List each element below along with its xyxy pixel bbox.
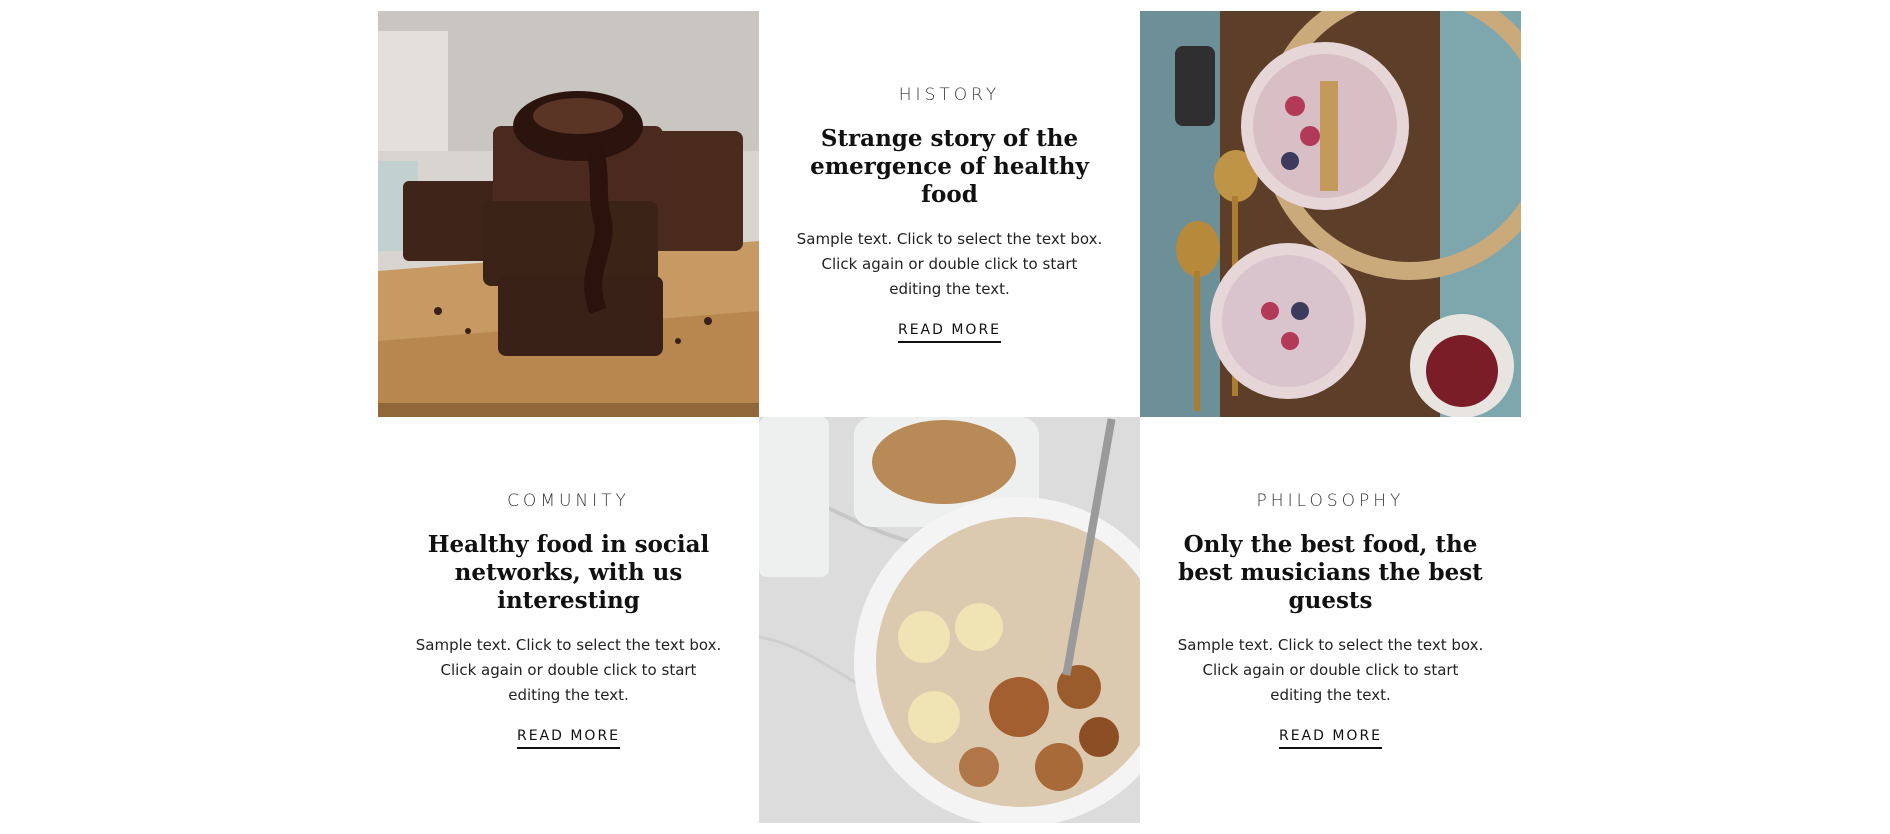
history-read-more-link[interactable]: READ MORE <box>897 322 1002 343</box>
history-body-text: Sample text. Click to select the text bo… <box>796 230 1103 298</box>
history-category: HISTORY <box>898 85 1001 105</box>
philosophy-read-more-link[interactable]: READ MORE <box>1278 728 1383 749</box>
comunity-headline: Healthy food in social networks, with us… <box>427 531 710 614</box>
brownies-photo <box>378 11 759 417</box>
smoothie-bowls-image <box>1140 11 1521 417</box>
history-headline: Strange story of the emergence of health… <box>810 125 1089 208</box>
history-card: HISTORY Strange story of the emergence o… <box>759 11 1140 417</box>
philosophy-headline: Only the best food, the best musicians t… <box>1178 531 1483 614</box>
blog-grid: HISTORY Strange story of the emergence o… <box>378 11 1521 823</box>
philosophy-body-text: Sample text. Click to select the text bo… <box>1177 636 1484 704</box>
philosophy-category: PHILOSOPHY <box>1256 491 1405 511</box>
smoothie-bowls-photo <box>1140 11 1521 417</box>
comunity-category: COMUNITY <box>507 491 630 511</box>
oatmeal-bowl-image <box>759 417 1140 823</box>
comunity-read-more-link[interactable]: READ MORE <box>516 728 621 749</box>
oatmeal-bowl-photo <box>759 417 1140 823</box>
comunity-card: COMUNITY Healthy food in social networks… <box>378 417 759 823</box>
philosophy-card: PHILOSOPHY Only the best food, the best … <box>1140 417 1521 823</box>
brownies-image <box>378 11 759 417</box>
comunity-body-text: Sample text. Click to select the text bo… <box>415 636 722 704</box>
